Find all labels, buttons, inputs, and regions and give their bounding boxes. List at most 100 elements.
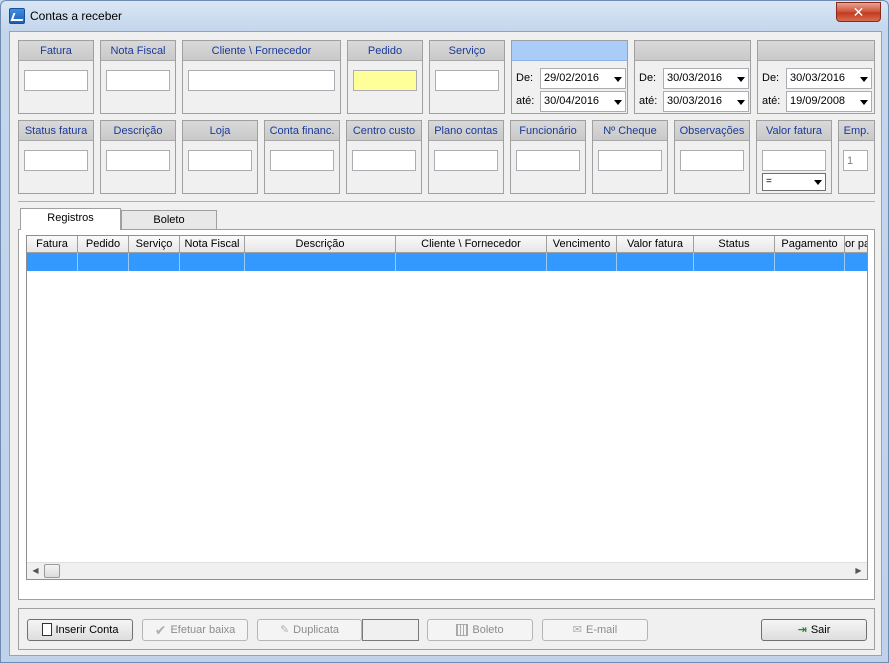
column-header[interactable]: Pagamento (775, 236, 845, 253)
dropdown-arrow-icon (860, 77, 868, 82)
table-cell[interactable] (845, 253, 867, 271)
status-fatura-input[interactable] (24, 150, 88, 171)
valor-fatura-input[interactable] (762, 150, 826, 171)
dropdown-arrow-icon (814, 180, 822, 185)
column-header[interactable]: Vencimento (547, 236, 617, 253)
scroll-thumb[interactable] (44, 564, 60, 578)
filter-label: Status fatura (19, 121, 93, 141)
table-cell[interactable] (245, 253, 396, 271)
barcode-icon (456, 624, 469, 637)
column-header[interactable]: or pa (845, 236, 867, 253)
column-header[interactable]: Descrição (245, 236, 396, 253)
cliente-input[interactable] (188, 70, 335, 91)
email-icon: ✉ (572, 624, 583, 637)
filter-label: Nota Fiscal (101, 41, 175, 61)
table-cell[interactable] (180, 253, 245, 271)
filter-n-cheque: Nº Cheque (592, 120, 668, 194)
grid-header: Fatura Pedido Serviço Nota Fiscal Descri… (27, 236, 867, 253)
table-cell[interactable] (617, 253, 694, 271)
filter-funcionario: Funcionário (510, 120, 586, 194)
column-header[interactable]: Nota Fiscal (180, 236, 245, 253)
centro-custo-input[interactable] (352, 150, 416, 171)
servico-input[interactable] (435, 70, 499, 91)
column-header[interactable]: Fatura (27, 236, 78, 253)
window-title: Contas a receber (30, 9, 123, 23)
table-cell[interactable] (547, 253, 617, 271)
date-filter-header (512, 41, 627, 61)
close-button[interactable]: ✕ (836, 2, 881, 22)
duplicata-button[interactable]: ✎ Duplicata (257, 619, 362, 641)
column-header[interactable]: Cliente \ Fornecedor (396, 236, 547, 253)
to-label: até: (516, 95, 535, 107)
table-cell[interactable] (129, 253, 180, 271)
to-label: até: (762, 95, 781, 107)
fatura-input[interactable] (24, 70, 88, 91)
table-cell[interactable] (27, 253, 78, 271)
date-from-row: De: 30/03/2016 (639, 68, 749, 89)
boleto-button[interactable]: Boleto (427, 619, 533, 641)
separator-line (18, 201, 875, 202)
pedido-input[interactable] (353, 70, 417, 91)
date-from-row: De: 29/02/2016 (516, 68, 626, 89)
date-to-picker[interactable]: 30/04/2016 (540, 91, 626, 112)
conta-financ-input[interactable] (270, 150, 334, 171)
date-to-row: até: 30/03/2016 (639, 91, 749, 112)
nota-fiscal-input[interactable] (106, 70, 170, 91)
filter-label: Valor fatura (757, 121, 831, 141)
date-from-row: De: 30/03/2016 (762, 68, 872, 89)
dropdown-arrow-icon (737, 77, 745, 82)
date-from-picker[interactable]: 30/03/2016 (786, 68, 872, 89)
filter-label: Funcionário (511, 121, 585, 141)
filter-servico: Serviço (429, 40, 505, 114)
email-button[interactable]: ✉ E-mail (542, 619, 648, 641)
filter-label: Loja (183, 121, 257, 141)
scroll-right-icon[interactable]: ▶ (850, 563, 867, 579)
duplicata-count-field[interactable] (362, 619, 419, 641)
date-to-row: até: 19/09/2008 (762, 91, 872, 112)
to-label: até: (639, 95, 658, 107)
table-cell[interactable] (775, 253, 845, 271)
plano-contas-input[interactable] (434, 150, 498, 171)
column-header[interactable]: Serviço (129, 236, 180, 253)
column-header[interactable]: Status (694, 236, 775, 253)
table-row[interactable] (27, 253, 867, 271)
observacoes-input[interactable] (680, 150, 744, 171)
n-cheque-input[interactable] (598, 150, 662, 171)
date-to-picker[interactable]: 30/03/2016 (663, 91, 749, 112)
new-document-icon (41, 622, 52, 636)
date-to-picker[interactable]: 19/09/2008 (786, 91, 872, 112)
column-header[interactable]: Pedido (78, 236, 129, 253)
scroll-left-icon[interactable]: ◀ (27, 563, 44, 579)
table-cell[interactable] (396, 253, 547, 271)
action-bar: Inserir Conta ✔ Efetuar baixa ✎ Duplicata … (18, 608, 875, 650)
tab-registros[interactable]: Registros (20, 208, 121, 230)
filter-label: Centro custo (347, 121, 421, 141)
filter-label: Descrição (101, 121, 175, 141)
date-from-picker[interactable]: 30/03/2016 (663, 68, 749, 89)
date-from-picker[interactable]: 29/02/2016 (540, 68, 626, 89)
column-header[interactable]: Valor fatura (617, 236, 694, 253)
registros-panel: Fatura Pedido Serviço Nota Fiscal Descri… (18, 229, 875, 600)
filter-conta-financ: Conta financ. (264, 120, 340, 194)
filter-fatura: Fatura (18, 40, 94, 114)
valor-operator-select[interactable]: = (762, 173, 826, 191)
filter-label: Emp. (839, 121, 874, 141)
emp-input[interactable] (843, 150, 868, 171)
filter-descricao: Descrição (100, 120, 176, 194)
efetuar-baixa-button[interactable]: ✔ Efetuar baixa (142, 619, 248, 641)
filter-valor-fatura: Valor fatura = (756, 120, 832, 194)
funcionario-input[interactable] (516, 150, 580, 171)
title-bar[interactable]: Contas a receber ✕ (1, 1, 888, 31)
records-grid[interactable]: Fatura Pedido Serviço Nota Fiscal Descri… (26, 235, 868, 580)
horizontal-scrollbar[interactable]: ◀ ▶ (27, 562, 867, 579)
descricao-input[interactable] (106, 150, 170, 171)
table-cell[interactable] (694, 253, 775, 271)
filter-label: Serviço (430, 41, 504, 61)
dropdown-arrow-icon (737, 100, 745, 105)
sair-button[interactable]: ⇥ Sair (761, 619, 867, 641)
loja-input[interactable] (188, 150, 252, 171)
inserir-conta-button[interactable]: Inserir Conta (27, 619, 133, 641)
tab-boleto[interactable]: Boleto (121, 210, 217, 230)
date-filter-2: De: 30/03/2016 até: 30/03/2016 (634, 40, 751, 114)
table-cell[interactable] (78, 253, 129, 271)
